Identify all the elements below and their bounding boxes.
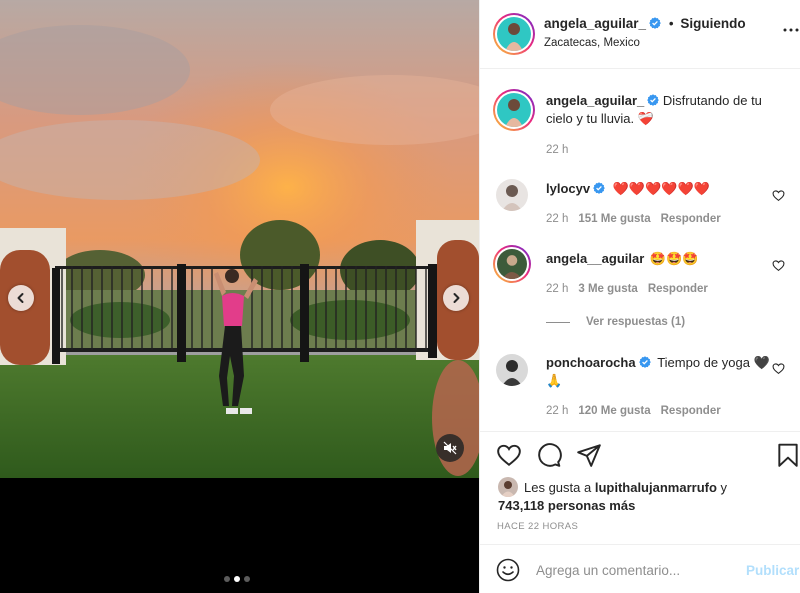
comment-like-heart-icon[interactable]: [772, 259, 785, 272]
reply-button[interactable]: Responder: [648, 283, 708, 295]
comment-meta: 22 h 151 Me gusta Responder: [546, 213, 721, 225]
likes-prefix: Les gusta a: [524, 480, 592, 495]
caption: angela_aguilar_ Disfrutando de tu cielo …: [546, 92, 771, 128]
comment-input[interactable]: [536, 560, 726, 580]
liker-avatar[interactable]: [498, 477, 518, 497]
add-comment-bar: Publicar: [480, 544, 800, 593]
post-timestamp[interactable]: HACE 22 HORAS: [497, 521, 578, 532]
comment-item: angela__aguilar 🤩🤩🤩: [546, 250, 771, 268]
following-button[interactable]: Siguiendo: [680, 16, 745, 31]
reply-button[interactable]: Responder: [661, 405, 721, 417]
caption-username[interactable]: angela_aguilar_: [546, 93, 644, 108]
comment-time[interactable]: 22 h: [546, 405, 568, 417]
header-author-line: angela_aguilar_ • Siguiendo: [544, 16, 746, 31]
reply-button[interactable]: Responder: [661, 213, 721, 225]
comment-username[interactable]: lylocyv: [546, 181, 590, 196]
bookmark-icon[interactable]: [775, 442, 800, 468]
commenter-avatar[interactable]: [496, 179, 528, 211]
likes-summary: Les gusta a lupithalujanmarrufo y 743,11…: [498, 477, 788, 515]
publish-button[interactable]: Publicar: [746, 563, 799, 578]
comment-time[interactable]: 22 h: [546, 283, 568, 295]
more-options-icon[interactable]: [783, 22, 799, 38]
verified-badge-icon: [593, 182, 605, 194]
comment-meta: 22 h 120 Me gusta Responder: [546, 405, 721, 417]
verified-badge-icon: [638, 356, 651, 368]
caption-time[interactable]: 22 h: [546, 144, 568, 156]
view-replies-button[interactable]: Ver respuestas (1): [546, 316, 685, 328]
carousel-dot: [244, 576, 250, 582]
comment-meta: 22 h 3 Me gusta Responder: [546, 283, 708, 295]
comment-item: lylocyv ❤️❤️❤️❤️❤️❤️: [546, 180, 771, 198]
caption-author-avatar[interactable]: [493, 89, 535, 131]
chevron-right-icon: [453, 293, 460, 303]
post-header: angela_aguilar_ • Siguiendo Zacatecas, M…: [480, 0, 800, 69]
post-location[interactable]: Zacatecas, Mexico: [544, 37, 640, 49]
liker-username[interactable]: lupithalujanmarrufo: [595, 480, 717, 495]
comment-text: ❤️❤️❤️❤️❤️❤️: [612, 181, 710, 196]
commenter-avatar[interactable]: [493, 245, 531, 283]
view-replies-label: Ver respuestas (1): [586, 316, 686, 328]
mute-toggle-button[interactable]: [436, 434, 464, 462]
previous-slide-button[interactable]: [8, 285, 34, 311]
post-actions: Les gusta a lupithalujanmarrufo y 743,11…: [480, 431, 800, 544]
comment-icon[interactable]: [536, 442, 562, 468]
post-media[interactable]: [0, 0, 479, 593]
chevron-left-icon: [17, 293, 24, 303]
comments-list[interactable]: angela_aguilar_ Disfrutando de tu cielo …: [480, 70, 800, 432]
comment-username[interactable]: ponchoarocha: [546, 355, 636, 370]
heart-icon[interactable]: [496, 442, 522, 468]
commenter-avatar[interactable]: [496, 354, 528, 386]
emoji-icon[interactable]: [496, 558, 520, 582]
likes-connector: y: [720, 480, 728, 495]
comment-time[interactable]: 22 h: [546, 213, 568, 225]
author-username[interactable]: angela_aguilar_: [544, 16, 646, 31]
muted-speaker-icon: [443, 441, 457, 455]
author-avatar[interactable]: [493, 13, 535, 55]
carousel-dot-active: [234, 576, 240, 582]
carousel-dot: [224, 576, 230, 582]
post-modal: angela_aguilar_ • Siguiendo Zacatecas, M…: [0, 0, 800, 593]
comment-likes[interactable]: 120 Me gusta: [578, 405, 650, 417]
likes-others-count[interactable]: 743,118 personas más: [498, 498, 635, 513]
post-photo: [0, 0, 479, 478]
carousel-indicator: [224, 576, 250, 582]
next-slide-button[interactable]: [443, 285, 469, 311]
header-separator: •: [668, 16, 674, 31]
comment-text: 🤩🤩🤩: [649, 251, 699, 266]
comment-like-heart-icon[interactable]: [772, 189, 785, 202]
comment-likes[interactable]: 151 Me gusta: [578, 213, 650, 225]
comment-like-heart-icon[interactable]: [772, 362, 785, 375]
share-icon[interactable]: [576, 442, 602, 468]
comment-username[interactable]: angela__aguilar: [546, 251, 644, 266]
verified-badge-icon: [647, 94, 660, 106]
comment-item: ponchoarocha Tiempo de yoga 🖤🙏: [546, 354, 771, 390]
verified-badge-icon: [649, 17, 661, 29]
replies-divider: [546, 321, 570, 323]
post-details-panel: angela_aguilar_ • Siguiendo Zacatecas, M…: [479, 0, 800, 593]
comment-likes[interactable]: 3 Me gusta: [578, 283, 637, 295]
